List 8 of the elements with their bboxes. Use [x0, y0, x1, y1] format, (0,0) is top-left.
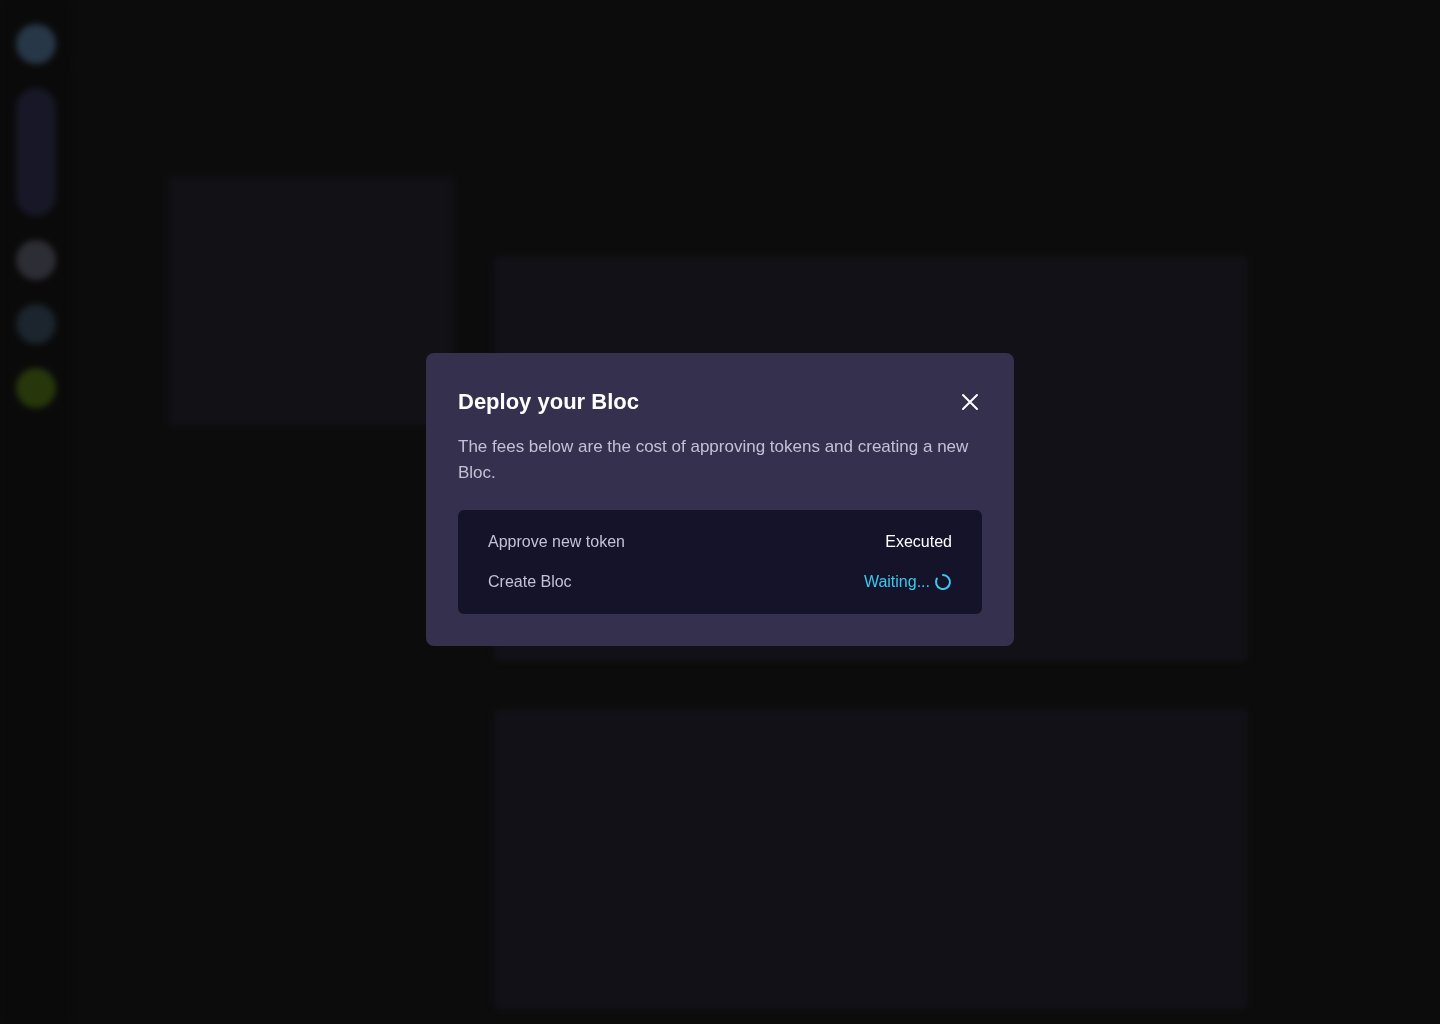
- step-status: Waiting...: [863, 572, 930, 592]
- loading-spinner-icon: [934, 573, 952, 591]
- dialog-description: The fees below are the cost of approving tokens and creating a new Bloc.: [458, 436, 970, 484]
- step-label: Create Bloc: [488, 572, 572, 592]
- close-icon: [961, 392, 979, 411]
- step-label: Approve new token: [488, 532, 625, 552]
- dialog-title: Deploy your Bloc: [458, 388, 639, 416]
- step-status: Executed: [885, 532, 952, 552]
